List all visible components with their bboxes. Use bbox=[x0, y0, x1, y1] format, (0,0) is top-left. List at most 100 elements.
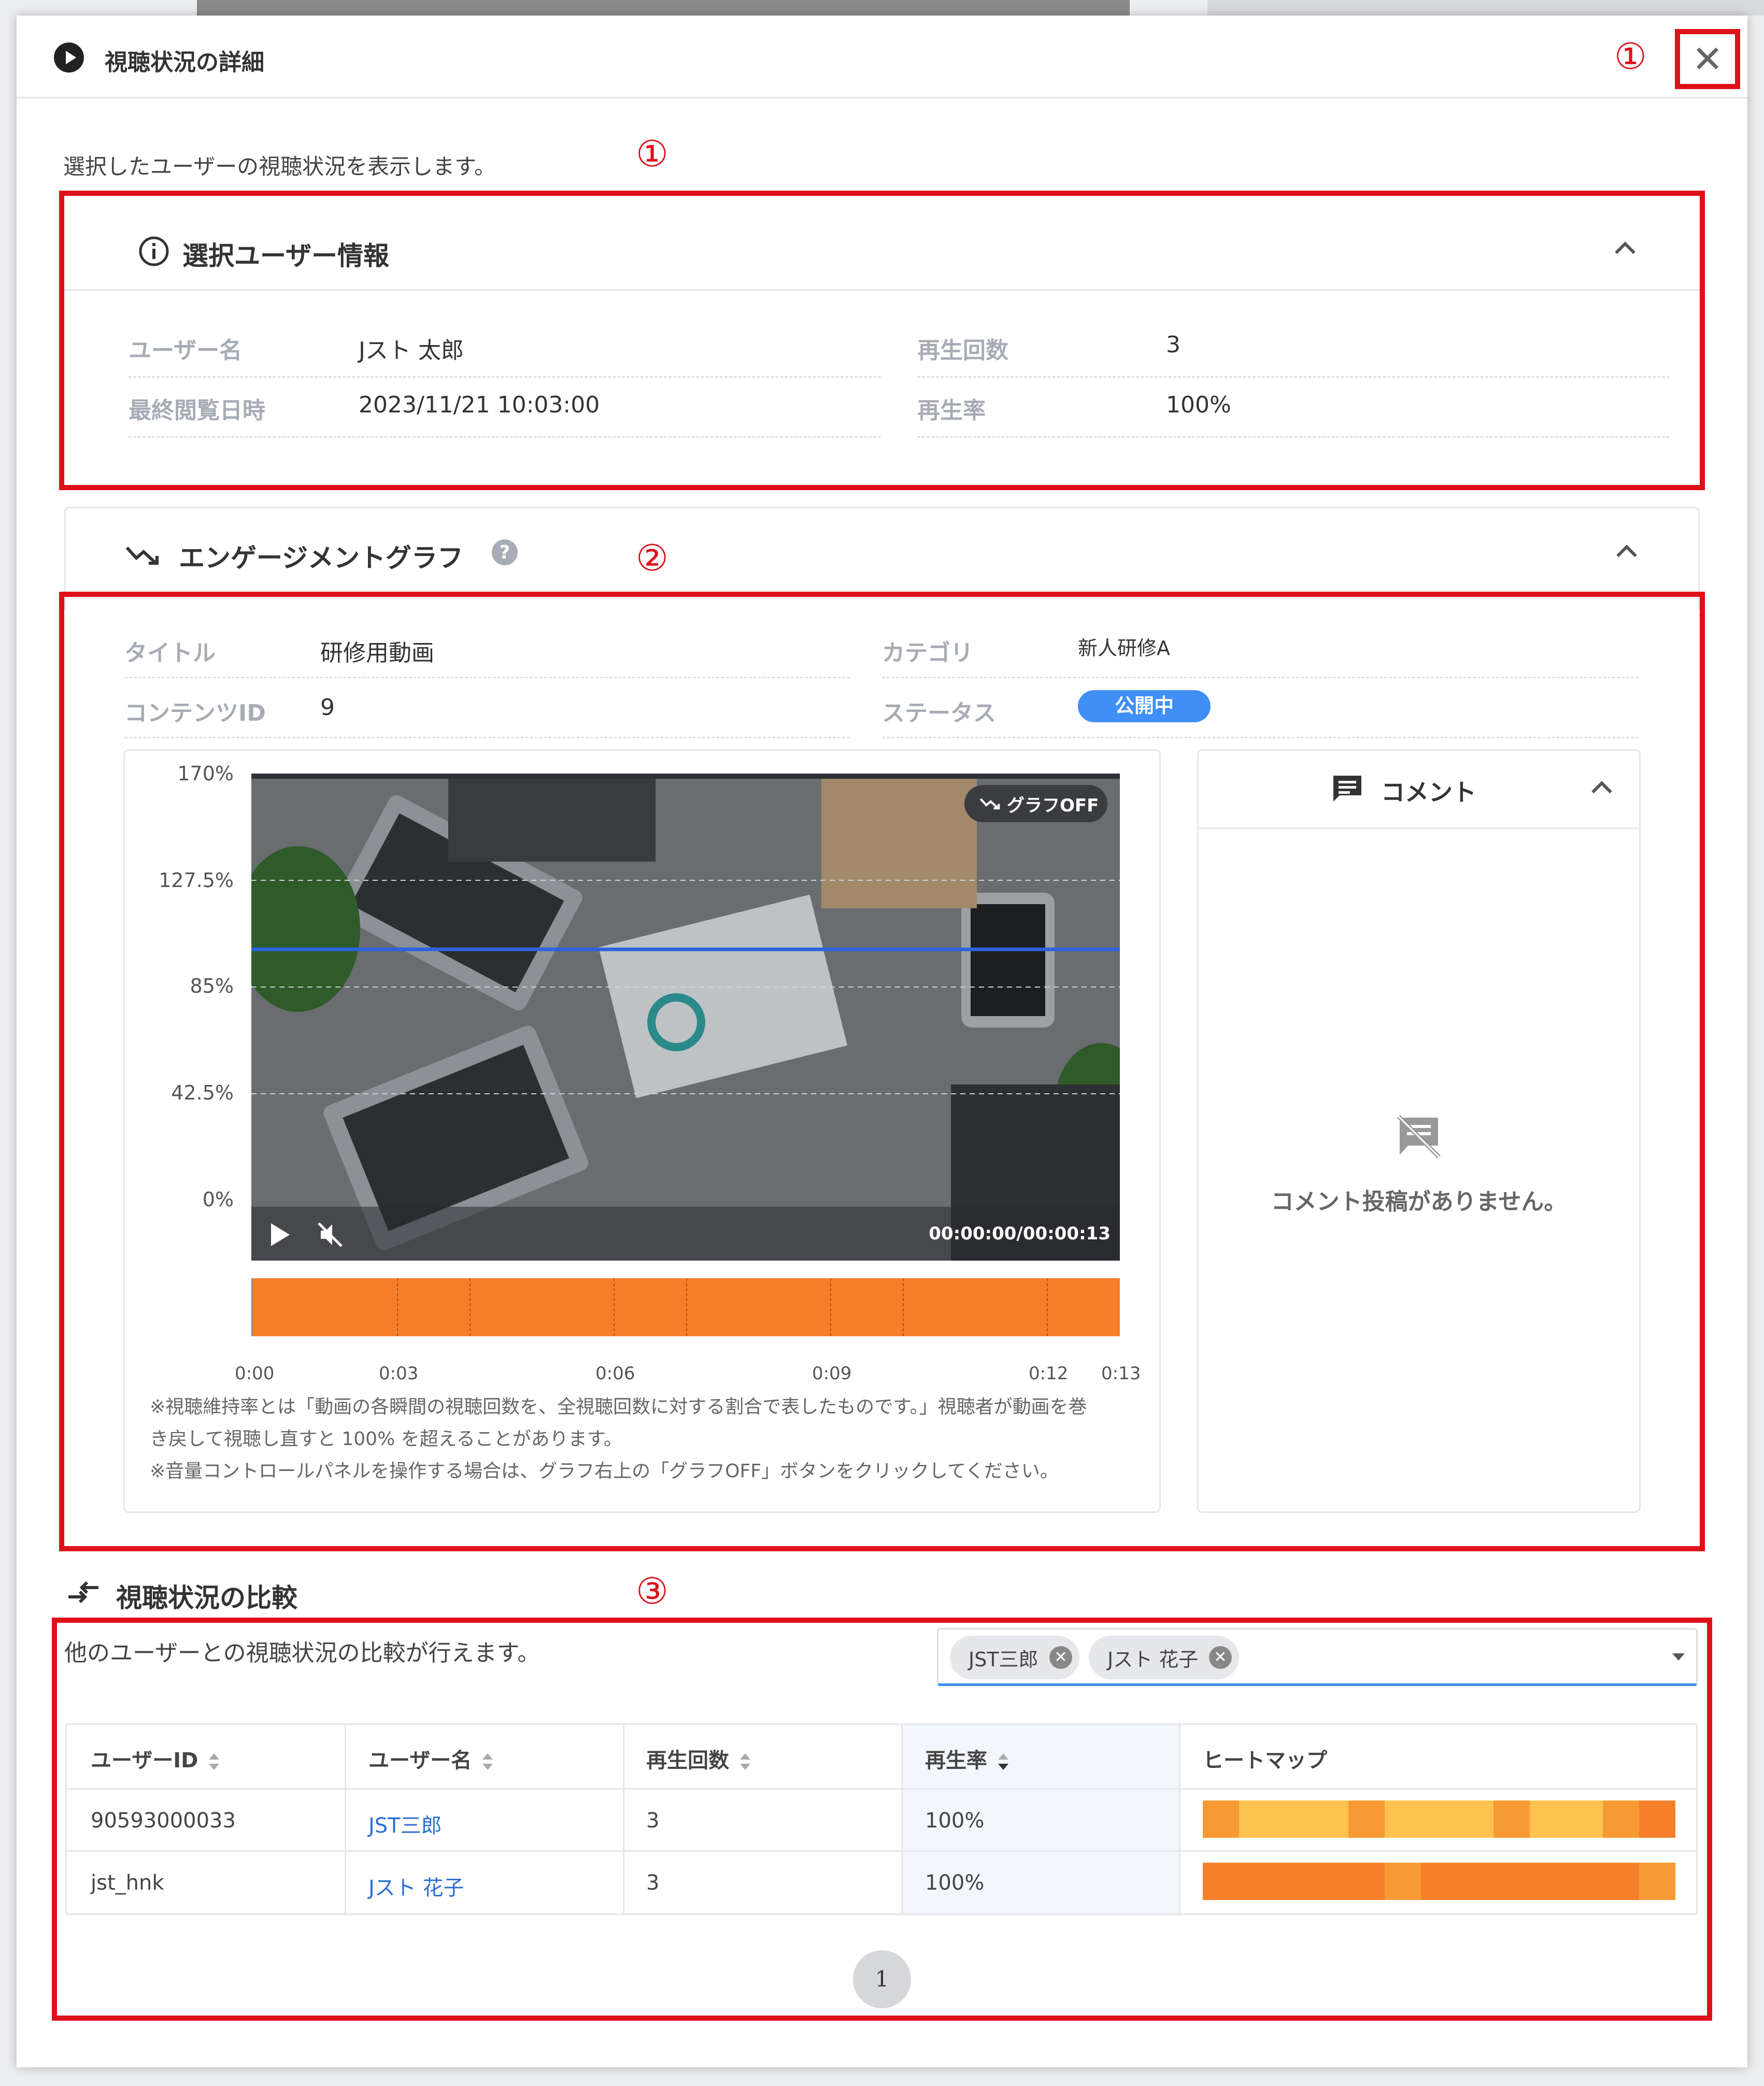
info-icon bbox=[139, 236, 169, 266]
heatmap-segment bbox=[1239, 1801, 1276, 1838]
graph-off-button[interactable]: グラフOFF bbox=[964, 785, 1107, 822]
y-tick-label: 42.5% bbox=[171, 1081, 234, 1104]
retention-line-overlay bbox=[251, 880, 1120, 1094]
field-value: 2023/11/21 10:03:00 bbox=[359, 392, 600, 418]
field-value: 100% bbox=[1166, 392, 1231, 418]
heatmap-segment bbox=[1275, 1863, 1312, 1900]
column-header-rate[interactable]: 再生率 bbox=[925, 1744, 1010, 1774]
heatmap-segment bbox=[1203, 1801, 1240, 1838]
field-label: ステータス bbox=[882, 700, 996, 726]
selected-user-chip: Jスト 花子 ✕ bbox=[1089, 1636, 1239, 1679]
cell-user-id: 90593000033 bbox=[91, 1809, 236, 1833]
sort-icon[interactable] bbox=[207, 1751, 221, 1772]
heatmap-segment bbox=[1566, 1863, 1603, 1900]
heatmap-segment bbox=[1602, 1801, 1639, 1838]
dropdown-arrow-icon[interactable] bbox=[1672, 1653, 1685, 1661]
heatmap-segment bbox=[1275, 1801, 1312, 1838]
heatmap-segment bbox=[1239, 1863, 1276, 1900]
cell-rate: 100% bbox=[925, 1809, 985, 1833]
video-player[interactable]: グラフOFF 00:00:00/00:00:13 bbox=[251, 774, 1120, 1261]
x-tick-label: 0:09 bbox=[812, 1363, 852, 1384]
chip-remove-icon[interactable]: ✕ bbox=[1049, 1646, 1072, 1669]
cell-user-name-link[interactable]: Jスト 花子 bbox=[368, 1871, 464, 1901]
comments-title: コメント bbox=[1381, 778, 1476, 806]
engagement-graph-card: 170% 127.5% 85% 42.5% 0% グラフOFF 00:00:00… bbox=[123, 749, 1161, 1513]
user-info-panel: 選択ユーザー情報 ユーザー名 Jスト 太郎 最終閲覧日時 2023/11/21 … bbox=[64, 196, 1700, 485]
heatmap-segment bbox=[1384, 1863, 1421, 1900]
field-label: カテゴリ bbox=[882, 640, 973, 666]
compare-arrows-icon bbox=[68, 1581, 98, 1604]
heatmap-segment bbox=[1602, 1863, 1639, 1900]
heatmap-segment bbox=[1530, 1863, 1567, 1900]
background-content bbox=[197, 0, 1130, 16]
modal-header: 視聴状況の詳細 ① ✕ bbox=[17, 16, 1747, 98]
y-tick-label: 85% bbox=[190, 975, 234, 997]
sort-icon[interactable] bbox=[738, 1751, 752, 1772]
heatmap-bar bbox=[251, 1278, 1120, 1336]
heatmap-segment bbox=[1384, 1801, 1421, 1838]
chevron-up-icon[interactable] bbox=[1615, 540, 1636, 561]
field-value: Jスト 太郎 bbox=[359, 337, 464, 364]
viewing-detail-modal: 視聴状況の詳細 ① ✕ 選択したユーザーの視聴状況を表示します。 ① 選択ユーザ… bbox=[17, 16, 1747, 2067]
chip-label: Jスト 花子 bbox=[1107, 1648, 1199, 1671]
heatmap-segment bbox=[1639, 1801, 1676, 1838]
svg-text:?: ? bbox=[500, 542, 510, 563]
heatmap-segment bbox=[1348, 1801, 1385, 1838]
mute-icon[interactable] bbox=[317, 1221, 344, 1248]
play-circle-icon bbox=[54, 42, 84, 73]
chevron-up-icon[interactable] bbox=[1614, 237, 1634, 258]
time-display: 00:00:00/00:00:13 bbox=[929, 1223, 1111, 1244]
divider bbox=[64, 289, 1700, 291]
help-icon[interactable]: ? bbox=[491, 538, 519, 566]
chevron-up-icon[interactable] bbox=[1590, 777, 1611, 797]
field-label: 再生率 bbox=[917, 397, 986, 424]
heatmap-segment bbox=[1420, 1863, 1458, 1900]
heatmap-segment bbox=[1530, 1801, 1567, 1838]
user-info-title: 選択ユーザー情報 bbox=[182, 241, 389, 271]
chip-label: JST三郎 bbox=[969, 1648, 1039, 1671]
video-controls: 00:00:00/00:00:13 bbox=[251, 1207, 1120, 1261]
note-line: き戻して視聴し直すと 100% を超えることがあります。 bbox=[150, 1428, 623, 1450]
close-button[interactable]: ✕ bbox=[1675, 29, 1740, 89]
column-header-user-name[interactable]: ユーザー名 bbox=[368, 1744, 494, 1774]
user-multi-select[interactable]: JST三郎 ✕ Jスト 花子 ✕ bbox=[937, 1628, 1698, 1686]
sort-icon[interactable] bbox=[997, 1751, 1010, 1772]
engagement-title: エンゲージメントグラフ bbox=[179, 543, 463, 573]
heatmap-segment bbox=[1348, 1863, 1385, 1900]
field-label: 最終閲覧日時 bbox=[129, 397, 265, 424]
modal-title: 視聴状況の詳細 bbox=[105, 49, 264, 76]
pagination-page-current[interactable]: 1 bbox=[853, 1950, 911, 2008]
field-value: 新人研修A bbox=[1078, 637, 1170, 660]
cell-plays: 3 bbox=[646, 1871, 660, 1895]
cell-user-id: jst_hnk bbox=[91, 1871, 164, 1895]
trending-down-icon bbox=[125, 546, 159, 565]
chip-remove-icon[interactable]: ✕ bbox=[1209, 1646, 1232, 1669]
column-label: ヒートマップ bbox=[1203, 1749, 1327, 1773]
field-label: コンテンツID bbox=[124, 700, 266, 726]
divider bbox=[917, 376, 1670, 378]
heatmap-segment bbox=[1420, 1801, 1458, 1838]
column-label: ユーザー名 bbox=[368, 1749, 472, 1773]
empty-comments-text: コメント投稿がありません。 bbox=[1271, 1189, 1567, 1215]
note-line: ※音量コントロールパネルを操作する場合は、グラフ右上の「グラフOFF」ボタンをク… bbox=[150, 1461, 1059, 1482]
row-heatmap bbox=[1203, 1801, 1676, 1838]
sort-icon[interactable] bbox=[481, 1751, 494, 1772]
heatmap-segment bbox=[1312, 1801, 1348, 1838]
play-icon[interactable] bbox=[271, 1223, 290, 1246]
divider bbox=[917, 436, 1670, 438]
divider bbox=[882, 737, 1639, 738]
divider bbox=[129, 436, 881, 438]
background-content bbox=[1207, 0, 1764, 16]
graph-off-label: グラフOFF bbox=[1007, 795, 1099, 816]
column-header-plays[interactable]: 再生回数 bbox=[646, 1744, 752, 1774]
field-value: 研修用動画 bbox=[320, 640, 434, 666]
divider bbox=[882, 677, 1639, 678]
column-header-user-id[interactable]: ユーザーID bbox=[91, 1744, 221, 1774]
note-line: ※視聴維持率とは「動画の各瞬間の視聴回数を、全視聴回数に対する割合で表したもので… bbox=[150, 1396, 1087, 1418]
cell-user-name-link[interactable]: JST三郎 bbox=[368, 1809, 442, 1839]
cell-rate: 100% bbox=[925, 1871, 985, 1895]
heatmap-segment bbox=[1457, 1801, 1494, 1838]
heatmap-segment bbox=[1203, 1863, 1240, 1900]
column-label: 再生率 bbox=[925, 1749, 987, 1773]
comments-card: コメント コメント投稿がありません。 bbox=[1197, 749, 1641, 1513]
